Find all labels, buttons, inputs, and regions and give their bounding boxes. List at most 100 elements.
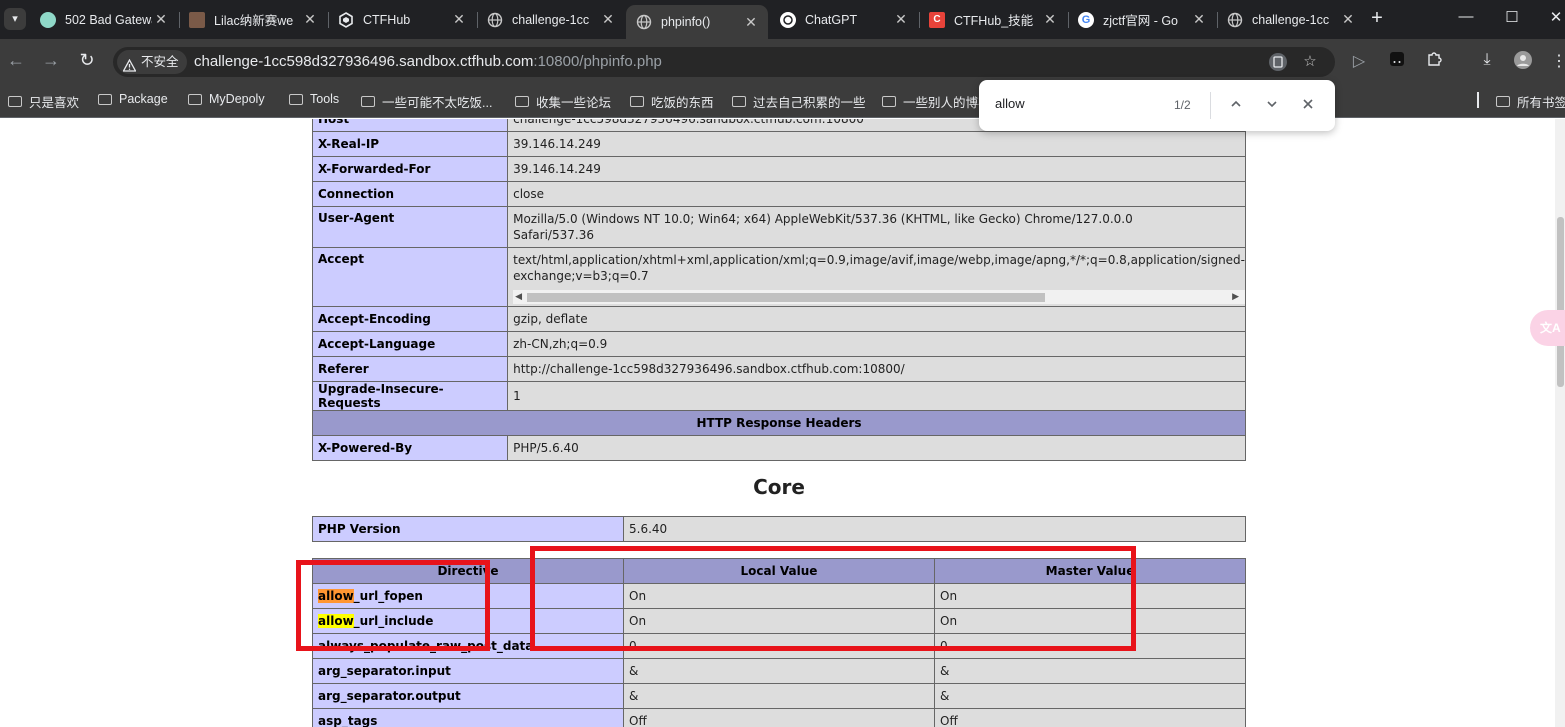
find-previous-icon[interactable] xyxy=(1225,94,1247,116)
response-headers-title: HTTP Response Headers xyxy=(312,410,1246,436)
header-value-line: Mozilla/5.0 (Windows NT 10.0; Win64; x64… xyxy=(513,212,1133,226)
all-bookmarks-folder[interactable]: 所有书签 xyxy=(1496,92,1565,111)
reload-icon[interactable]: ↻ xyxy=(75,50,99,71)
bookmark-folder[interactable]: 只是喜欢 xyxy=(8,92,79,111)
page-scan-icon[interactable] xyxy=(1268,52,1288,76)
master-value: Off xyxy=(934,708,1246,727)
browser-toolbar: ← → ↻ 不安全 challenge-1cc598d327936496.san… xyxy=(0,39,1565,84)
scroll-right-arrow-icon[interactable]: ▶ xyxy=(1232,290,1239,304)
accept-value-scroller[interactable]: text/html,application/xhtml+xml,applicat… xyxy=(513,248,1245,306)
bookmark-folder[interactable]: 吃饭的东西 xyxy=(630,92,714,111)
tab-strip: ▾ 502 Bad Gateway ✕ Lilac纳新赛we ✕ CTFHub … xyxy=(0,0,1565,39)
close-icon[interactable]: ✕ xyxy=(892,11,910,28)
table-row: X-Real-IP 39.146.14.249 xyxy=(311,131,1246,157)
header-value: Mozilla/5.0 (Windows NT 10.0; Win64; x64… xyxy=(507,206,1246,248)
table-row: Accept text/html,application/xhtml+xml,a… xyxy=(311,247,1246,307)
folder-icon xyxy=(1496,96,1510,107)
tab-search-button[interactable]: ▾ xyxy=(4,8,26,30)
header-name: Accept-Language xyxy=(311,331,509,357)
close-icon[interactable]: ✕ xyxy=(1339,11,1357,28)
header-value: gzip, deflate xyxy=(507,306,1246,332)
google-icon: G xyxy=(1078,11,1094,28)
bookmark-label: 只是喜欢 xyxy=(29,96,80,110)
find-close-icon[interactable] xyxy=(1297,94,1319,116)
tab-chatgpt[interactable]: ChatGPT ✕ xyxy=(770,5,918,34)
more-menu-icon[interactable]: ⋮ xyxy=(1548,51,1565,71)
tab-zjctf[interactable]: G zjctf官网 - Go ✕ xyxy=(1068,5,1216,34)
header-value-line: exchange;v=b3;q=0.7 xyxy=(513,269,649,283)
new-tab-button[interactable]: + xyxy=(1366,7,1388,30)
tab-ctfhub-skills[interactable]: C CTFHub_技能 ✕ xyxy=(919,5,1067,34)
header-value: PHP/5.6.40 xyxy=(507,435,1246,461)
play-icon[interactable]: ▷ xyxy=(1348,51,1370,71)
tab-title: CTFHub xyxy=(363,12,411,27)
tab-challenge-1[interactable]: challenge-1cc ✕ xyxy=(477,5,625,34)
directive-name: arg_separator.output xyxy=(312,683,624,709)
scrollbar-thumb[interactable] xyxy=(527,293,1046,302)
close-icon[interactable]: ✕ xyxy=(742,14,760,31)
forward-icon[interactable]: → xyxy=(39,50,63,71)
php-version-label: PHP Version xyxy=(312,516,624,542)
table-row: Referer http://challenge-1cc598d327936496… xyxy=(311,356,1246,382)
globe-teal-icon xyxy=(40,11,56,28)
bookmark-star-icon[interactable]: ☆ xyxy=(1300,52,1320,70)
tab-title: phpinfo() xyxy=(661,15,711,29)
bookmark-folder[interactable]: 收集一些论坛 xyxy=(515,92,611,111)
close-icon[interactable]: ✕ xyxy=(301,11,319,28)
bookmark-folder[interactable]: 一些可能不太吃饭... xyxy=(361,92,492,111)
tab-challenge-2[interactable]: challenge-1cc ✕ xyxy=(1217,5,1365,34)
bookmark-folder[interactable]: Tools xyxy=(289,92,339,106)
find-input[interactable] xyxy=(995,96,1155,111)
tab-title: challenge-1cc xyxy=(512,12,590,27)
tab-ctfhub[interactable]: CTFHub ✕ xyxy=(328,5,476,34)
bookmark-folder[interactable]: MyDepoly xyxy=(188,92,265,106)
scroll-left-arrow-icon[interactable]: ◀ xyxy=(515,290,522,304)
table-row: Upgrade-Insecure-Requests 1 xyxy=(311,381,1246,411)
bookmarks-divider xyxy=(1477,92,1479,108)
profile-avatar[interactable] xyxy=(1512,51,1534,74)
directive-suffix: arg_separator.output xyxy=(318,689,461,703)
minimize-icon[interactable]: — xyxy=(1456,8,1476,25)
bookmark-folder[interactable]: 过去自己积累的一些 xyxy=(732,92,866,111)
find-next-icon[interactable] xyxy=(1261,94,1283,116)
close-icon[interactable]: ✕ xyxy=(450,11,468,28)
scrollbar-thumb[interactable] xyxy=(1557,217,1564,387)
tab-lilac[interactable]: Lilac纳新赛we ✕ xyxy=(179,5,327,34)
bookmark-folder[interactable]: Package xyxy=(98,92,168,106)
tab-phpinfo[interactable]: phpinfo() ✕ xyxy=(626,5,768,39)
download-icon[interactable]: ⤓ xyxy=(1476,51,1498,69)
maximize-icon[interactable]: ☐ xyxy=(1502,8,1522,26)
master-value: & xyxy=(934,683,1246,709)
close-icon[interactable]: ✕ xyxy=(1041,11,1059,28)
header-name: Referer xyxy=(311,356,509,382)
core-section-title: Core xyxy=(753,475,805,499)
close-icon[interactable]: ✕ xyxy=(599,11,617,28)
back-icon[interactable]: ← xyxy=(4,50,28,71)
local-value: Off xyxy=(623,708,935,727)
globe-icon xyxy=(636,14,652,30)
extensions-puzzle-icon[interactable] xyxy=(1423,51,1445,72)
table-row: PHP Version 5.6.40 xyxy=(312,516,1246,542)
header-name: X-Powered-By xyxy=(311,435,509,461)
folder-icon xyxy=(8,96,22,107)
security-chip[interactable]: 不安全 xyxy=(117,50,187,74)
address-bar[interactable]: 不安全 challenge-1cc598d327936496.sandbox.c… xyxy=(113,47,1335,77)
translate-badge[interactable]: 文A xyxy=(1530,310,1565,346)
bookmark-label: 吃饭的东西 xyxy=(651,96,714,110)
horizontal-scrollbar[interactable]: ◀ ▶ xyxy=(513,290,1245,304)
extension-app-icon[interactable] xyxy=(1386,51,1408,72)
url-text[interactable]: challenge-1cc598d327936496.sandbox.ctfhu… xyxy=(194,53,662,70)
bookmark-folder[interactable]: 一些别人的博客 xyxy=(882,92,991,111)
page-scrollbar[interactable] xyxy=(1555,119,1565,727)
close-window-icon[interactable]: ✕ xyxy=(1546,8,1565,26)
folder-icon xyxy=(98,93,112,105)
close-icon[interactable]: ✕ xyxy=(152,11,170,28)
tab-502[interactable]: 502 Bad Gateway ✕ xyxy=(30,5,178,34)
table-row: arg_separator.input & & xyxy=(312,658,1246,684)
tab-title: zjctf官网 - Go xyxy=(1103,14,1179,28)
header-value-line: text/html,application/xhtml+xml,applicat… xyxy=(513,253,1245,267)
tab-title: ChatGPT xyxy=(805,12,858,27)
close-icon[interactable]: ✕ xyxy=(1190,11,1208,28)
header-name: Accept-Encoding xyxy=(311,306,509,332)
table-row: arg_separator.output & & xyxy=(312,683,1246,709)
